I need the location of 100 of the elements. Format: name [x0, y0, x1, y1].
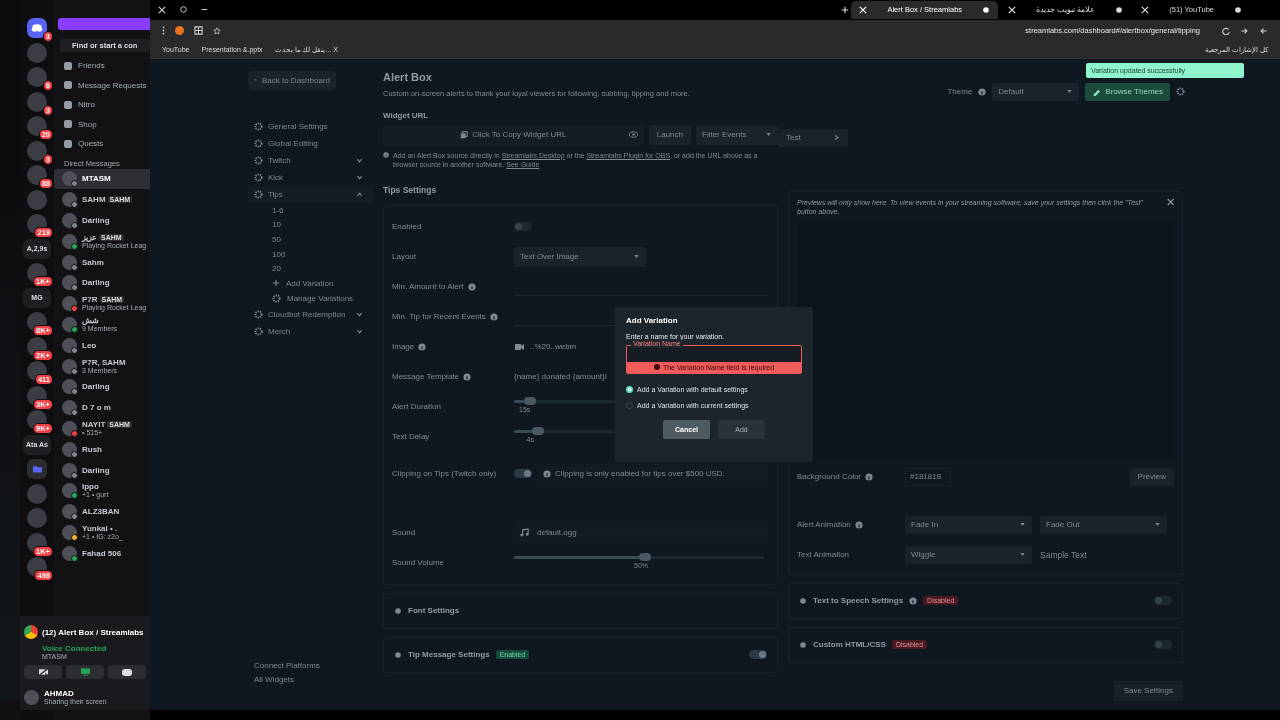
back-button[interactable]: Back to Dashboard: [248, 70, 336, 90]
variation-item[interactable]: 100: [248, 246, 373, 262]
nav-item[interactable]: Merch: [248, 322, 373, 340]
voice-button[interactable]: [66, 665, 104, 679]
plus-icon: [272, 279, 280, 288]
nav-item[interactable]: Global Editing: [248, 134, 373, 152]
dm-item[interactable]: ALZ3BAN: [54, 501, 150, 523]
variation-item[interactable]: 10: [248, 217, 373, 233]
dm-item[interactable]: Darling: [54, 272, 150, 294]
settings-icon[interactable]: [1176, 87, 1185, 97]
setting-label: Text Animation: [797, 550, 850, 560]
dm-item[interactable]: Rush: [54, 438, 150, 460]
footer-link[interactable]: All Widgets: [254, 675, 373, 684]
star-icon[interactable]: [213, 26, 221, 35]
back-icon[interactable]: [1259, 26, 1268, 35]
toggle-switch[interactable]: [749, 650, 767, 660]
chevron-icon: [833, 134, 840, 142]
dm-item[interactable]: Sahm: [54, 251, 150, 273]
forward-icon[interactable]: [1240, 26, 1249, 35]
launch-button[interactable]: Launch: [648, 124, 691, 145]
contact-name: Fahad 506: [82, 548, 122, 558]
menu-icon[interactable]: [162, 26, 165, 36]
nav-action[interactable]: Manage Variations: [248, 290, 373, 306]
dm-item[interactable]: Darling: [54, 459, 150, 481]
test-button[interactable]: Test: [778, 128, 848, 147]
widget-url-field[interactable]: Click To Copy Widget URL: [383, 124, 644, 145]
dm-item[interactable]: Fahad 506: [54, 542, 150, 564]
dm-item[interactable]: D 7 o m: [54, 397, 150, 419]
new-tab-icon[interactable]: [841, 6, 850, 14]
nav-item[interactable]: Quests: [54, 134, 150, 154]
animation-dropdown[interactable]: Fade In: [905, 515, 1032, 534]
nav-item[interactable]: Kick: [248, 168, 373, 186]
save-button[interactable]: Save Settings: [1113, 680, 1183, 701]
expand-icon: [394, 606, 402, 615]
toggle-switch[interactable]: [1154, 640, 1172, 650]
eye-icon[interactable]: [628, 130, 638, 138]
slider-thumb[interactable]: [524, 397, 536, 406]
close-icon[interactable]: [1166, 197, 1174, 206]
restore-icon[interactable]: [180, 6, 187, 13]
nav-item[interactable]: Message Requests: [54, 75, 150, 95]
footer-link[interactable]: Connect Platforms: [254, 661, 373, 670]
info-icon: [383, 150, 389, 159]
color-field[interactable]: #181818: [905, 467, 951, 486]
voice-button[interactable]: [24, 665, 62, 679]
contact-name: MTASM: [82, 174, 111, 184]
nav-item[interactable]: Shop: [54, 114, 150, 134]
server-folder[interactable]: [27, 459, 47, 479]
dropdown-icon: [1154, 521, 1161, 529]
browse-themes-button[interactable]: Browse Themes: [1085, 82, 1170, 101]
profile-icon[interactable]: [175, 26, 184, 36]
slider-track[interactable]: [514, 556, 764, 560]
contact-name: P7R, SAHM: [82, 357, 126, 367]
reload-icon[interactable]: [1222, 26, 1230, 35]
filter-dropdown[interactable]: Filter Events: [696, 124, 778, 145]
preview-button[interactable]: Preview: [1129, 467, 1174, 486]
nav-item[interactable]: Friends: [54, 56, 150, 76]
slider-thumb[interactable]: [531, 427, 544, 436]
variation-item[interactable]: 50: [248, 232, 373, 247]
minimize-icon[interactable]: [201, 6, 208, 13]
nav-item[interactable]: Twitch: [248, 151, 373, 169]
home-button[interactable]: [27, 18, 47, 38]
camera-off-icon: [38, 668, 48, 676]
setting-label: Min. Tip for Recent Events: [392, 312, 486, 322]
variation-item[interactable]: 1-6: [248, 202, 373, 218]
contact-name: ALZ3BAN: [82, 507, 120, 517]
dropdown-icon: [1066, 88, 1074, 96]
contact-name: Darling: [82, 216, 110, 225]
setting-label: Image: [392, 342, 415, 352]
toggle-switch[interactable]: [514, 222, 532, 232]
contact-name: Leo: [82, 340, 97, 350]
setting-label: Layout: [392, 252, 417, 262]
toggle-switch[interactable]: [514, 469, 532, 479]
collapsible-section[interactable]: Font Settings: [383, 592, 778, 629]
theme-dropdown[interactable]: Default: [992, 82, 1080, 101]
dm-item[interactable]: Leo: [54, 334, 150, 356]
toggle-switch[interactable]: [1154, 596, 1172, 606]
close-icon[interactable]: [158, 6, 166, 14]
nav-item[interactable]: Nitro: [54, 95, 150, 115]
voice-button[interactable]: [108, 665, 146, 679]
nav-item[interactable]: Cloudbot Redemption: [248, 305, 373, 323]
dm-item[interactable]: Darling: [54, 376, 150, 398]
animation-dropdown[interactable]: Fade Out: [1040, 515, 1167, 534]
nav-item[interactable]: Tips: [248, 185, 373, 203]
dm-item[interactable]: Darling: [54, 210, 150, 231]
dropdown-icon: [1019, 521, 1026, 529]
dm-item[interactable]: MTASM: [54, 168, 150, 190]
nav-item[interactable]: General Settings: [248, 117, 373, 135]
animation-dropdown[interactable]: Wiggle: [905, 545, 1032, 564]
nav-icon: [64, 120, 72, 129]
nav-action[interactable]: Add Variation: [248, 275, 373, 291]
name-input[interactable]: [627, 345, 801, 362]
layout-dropdown[interactable]: Text Over Image: [514, 246, 646, 267]
copy-icon: [460, 130, 469, 139]
extensions-icon[interactable]: [194, 26, 203, 36]
variation-item[interactable]: 20: [248, 261, 373, 276]
nav-icon: [64, 139, 72, 148]
slider-thumb[interactable]: [639, 553, 651, 562]
setting-label: Alert Animation: [797, 520, 851, 530]
setting-label: Min. Amount to Alert: [392, 282, 464, 292]
user-name: AHMAD: [44, 689, 75, 698]
